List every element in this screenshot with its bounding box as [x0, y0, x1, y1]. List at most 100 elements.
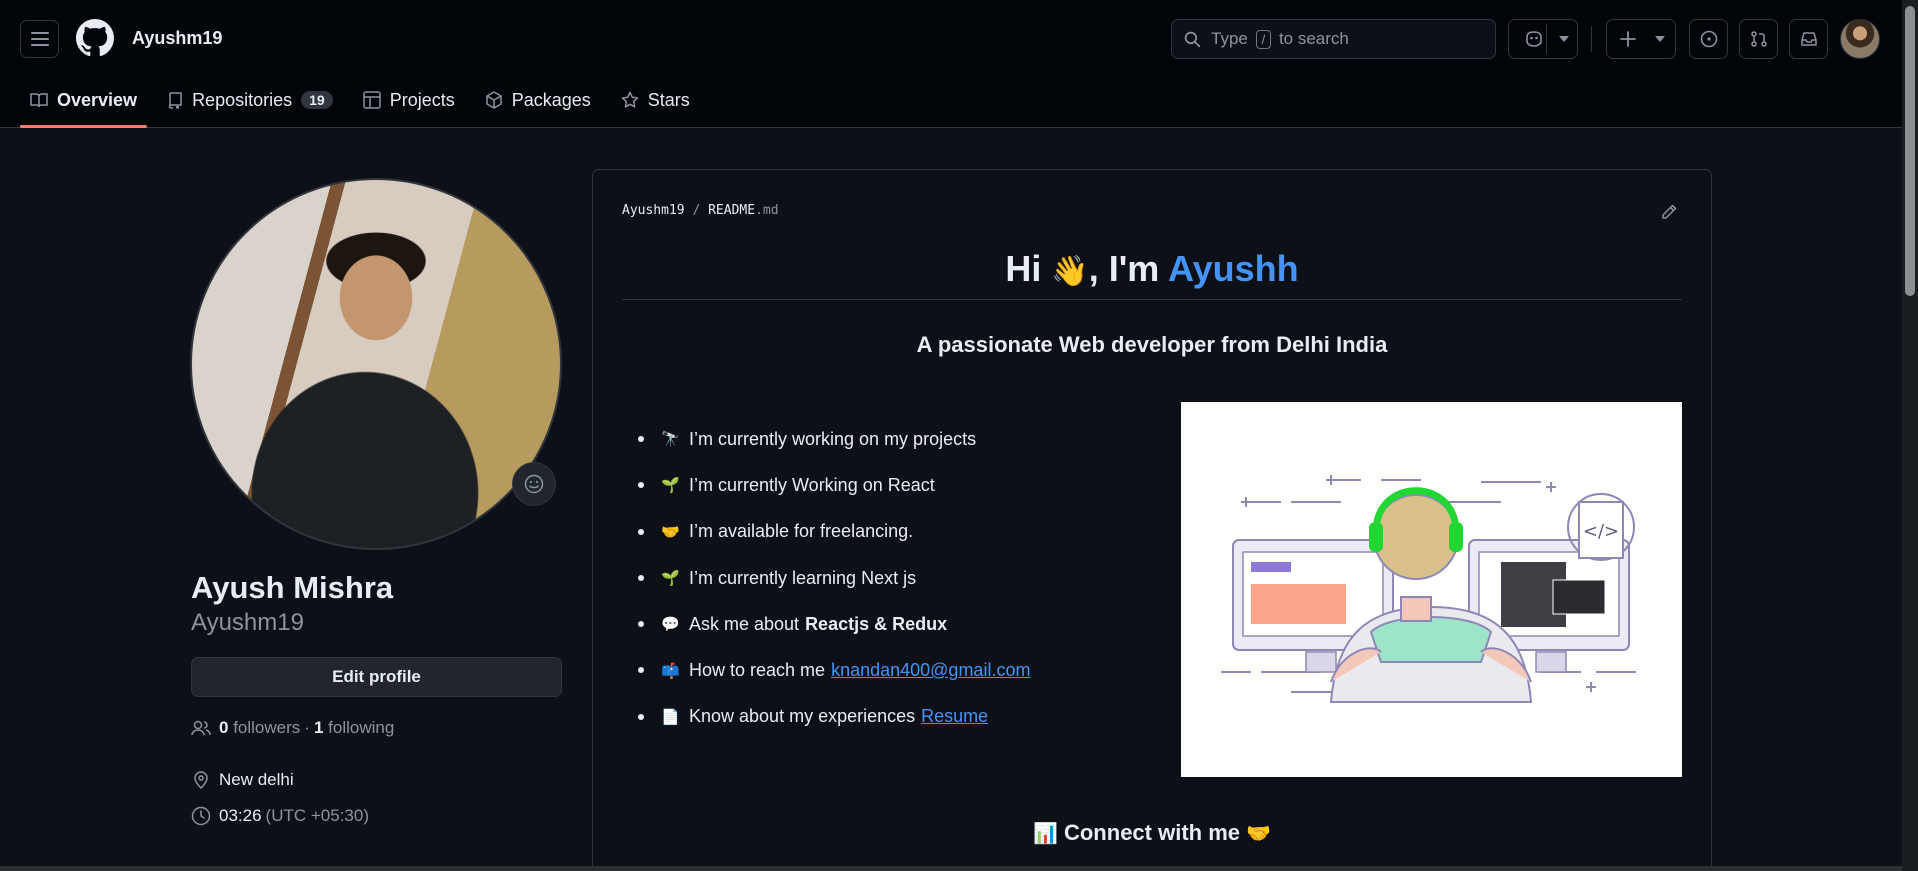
mailbox-emoji: 📫: [661, 662, 680, 680]
pencil-icon[interactable]: [1660, 203, 1678, 221]
list-item-text: Know about my experiences: [689, 706, 916, 727]
menu-button[interactable]: [20, 20, 59, 58]
list-item-text: How to reach me: [689, 660, 826, 681]
followers-count: 0: [219, 718, 229, 737]
profile-avatar[interactable]: [190, 178, 562, 550]
location-icon: [194, 771, 208, 790]
readme-subtitle: A passionate Web developer from Delhi In…: [916, 332, 1388, 357]
speech-bubble-emoji: 💬: [661, 616, 680, 634]
inbox-button[interactable]: [1789, 19, 1828, 59]
plus-icon: [1620, 31, 1636, 47]
connect-heading: 📊 Connect with me 🤝: [593, 820, 1711, 846]
greeting-name: Ayushh: [1167, 248, 1299, 289]
list-item-text: I’m currently Working on React: [689, 474, 935, 495]
tab-label: Packages: [511, 89, 591, 110]
list-item-text: I’m available for freelancing.: [689, 521, 914, 542]
followers-label: followers: [233, 718, 301, 737]
tab-repositories[interactable]: Repositories 19: [157, 82, 343, 118]
copilot-button[interactable]: [1508, 19, 1578, 59]
copilot-icon: [1526, 31, 1542, 47]
list-item: 🌱 I’m currently learning Next js: [638, 555, 1030, 601]
readme-filename: README: [708, 203, 756, 218]
profile-login: Ayushm19: [191, 609, 304, 636]
search-shortcut-key: /: [1255, 30, 1272, 49]
seedling-emoji: 🌱: [661, 570, 680, 588]
tab-label: Stars: [647, 89, 690, 110]
list-item: 📄 Know about my experiences Resume: [638, 694, 1030, 740]
developer-illustration: </>: [1181, 402, 1682, 777]
readme-extension: .md: [755, 203, 779, 218]
list-item: 📫 How to reach me knandan400@gmail.com: [638, 647, 1030, 693]
tab-overview[interactable]: Overview: [20, 82, 148, 128]
list-item-text: Ask me about: [689, 613, 800, 634]
following-link[interactable]: 1 following: [314, 718, 394, 738]
github-logo[interactable]: [76, 19, 114, 57]
timezone-text: (UTC +05:30): [265, 806, 369, 825]
greeting-middle: , I'm: [1088, 248, 1160, 289]
search-icon: [1184, 31, 1201, 47]
smiley-icon: [524, 474, 544, 494]
set-status-button[interactable]: [512, 462, 556, 506]
issues-icon: [1700, 30, 1717, 48]
tab-label: Overview: [57, 89, 138, 110]
chevron-down-icon: [1559, 36, 1569, 42]
star-icon: [621, 91, 639, 108]
pull-requests-icon: [1750, 31, 1767, 47]
inbox-icon: [1800, 32, 1817, 46]
greeting-prefix: Hi: [1005, 248, 1042, 289]
tab-label: Repositories: [192, 89, 293, 110]
list-item-text: I’m currently learning Next js: [689, 567, 917, 588]
email-link[interactable]: knandan400@gmail.com: [831, 660, 1030, 681]
tab-stars[interactable]: Stars: [611, 82, 700, 118]
handshake-emoji: 🤝: [661, 523, 680, 541]
table-icon: [362, 91, 381, 109]
clock-icon: [191, 806, 211, 826]
package-icon: [485, 91, 502, 109]
book-icon: [30, 93, 48, 108]
separator-dot: ·: [304, 718, 310, 737]
menu-icon: [30, 32, 49, 46]
path-separator: /: [692, 203, 701, 218]
location-text: New delhi: [219, 770, 294, 789]
search-placeholder-suffix: to search: [1278, 29, 1349, 48]
horizontal-scrollbar[interactable]: [0, 866, 1902, 871]
repositories-count-badge: 19: [301, 91, 333, 109]
profile-localtime: 03:26 (UTC +05:30): [191, 806, 369, 826]
search-input[interactable]: Type / to search: [1171, 19, 1496, 59]
followers-link[interactable]: 0 followers: [219, 718, 300, 738]
tab-label: Projects: [389, 89, 455, 110]
profile-fullname: Ayush Mishra: [191, 570, 394, 605]
profile-location: New delhi: [191, 770, 294, 790]
local-time: 03:26: [219, 806, 262, 825]
create-new-button[interactable]: [1606, 19, 1676, 59]
issues-button[interactable]: [1689, 19, 1728, 59]
readme-path: Ayushm19 / README.md: [622, 203, 779, 218]
readme-bullet-list: 🔭 I’m currently working on my projects 🌱…: [638, 416, 1030, 740]
svg-text:</>: </>: [1583, 521, 1619, 542]
following-label: following: [328, 718, 395, 737]
header-divider: [1591, 26, 1592, 52]
readme-card: Ayushm19 / README.md Hi 👋, I'm Ayushh A …: [592, 169, 1712, 871]
tab-projects[interactable]: Projects: [353, 82, 465, 118]
edit-profile-button[interactable]: Edit profile: [191, 657, 562, 697]
telescope-emoji: 🔭: [661, 431, 680, 449]
header-username[interactable]: Ayushm19: [132, 28, 222, 49]
vertical-scrollbar-thumb[interactable]: [1905, 6, 1915, 296]
readme-owner-link[interactable]: Ayushm19: [622, 203, 685, 218]
list-item: 💬 Ask me about Reactjs & Redux: [638, 601, 1030, 647]
top-header: Ayushm19 Type / to search Overview Repos…: [0, 0, 1902, 128]
document-emoji: 📄: [661, 708, 680, 726]
tab-packages[interactable]: Packages: [475, 82, 601, 118]
list-item: 🤝 I’m available for freelancing.: [638, 509, 1030, 555]
user-avatar-menu[interactable]: [1840, 19, 1880, 59]
pull-requests-button[interactable]: [1739, 19, 1778, 59]
resume-link[interactable]: Resume: [921, 706, 988, 727]
list-item: 🌱 I’m currently Working on React: [638, 462, 1030, 508]
handshake-emoji: 🤝: [1246, 823, 1272, 845]
profile-nav: Overview Repositories 19 Projects Packag…: [20, 82, 710, 128]
people-icon: [191, 720, 211, 736]
bar-chart-emoji: 📊: [1032, 823, 1058, 845]
following-count: 1: [313, 718, 324, 737]
seedling-emoji: 🌱: [661, 477, 680, 495]
connect-text: Connect with me: [1063, 820, 1240, 845]
